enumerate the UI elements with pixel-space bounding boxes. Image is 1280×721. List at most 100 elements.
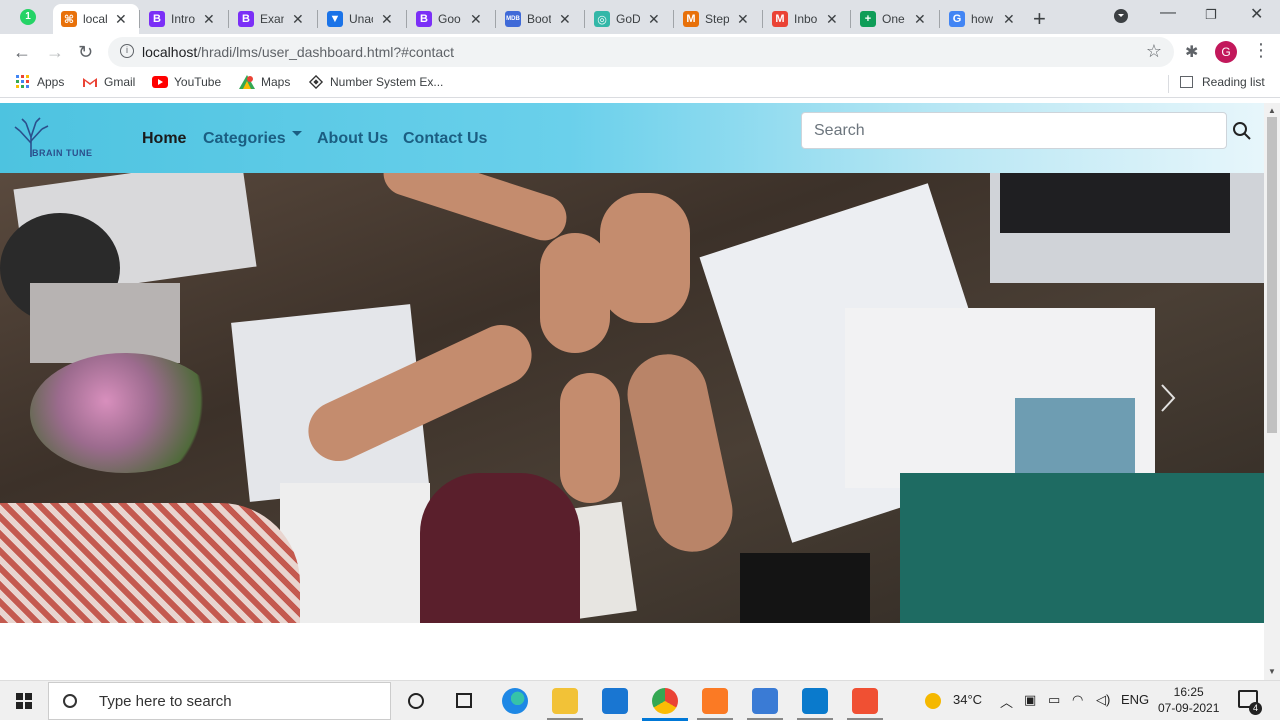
hero-carousel[interactable] — [0, 173, 1264, 623]
tab-close-icon[interactable]: ✕ — [914, 11, 926, 28]
browser-tab[interactable]: M Step ✕ — [675, 4, 761, 34]
browser-tab[interactable]: ▼ Unac ✕ — [319, 4, 405, 34]
reading-list-button[interactable]: Reading list — [1180, 75, 1265, 89]
weather-icon[interactable] — [925, 693, 941, 709]
tab-close-icon[interactable]: ✕ — [470, 11, 482, 28]
system-clock[interactable]: 16:25 07-09-2021 — [1158, 684, 1219, 716]
chrome-icon[interactable] — [652, 688, 678, 714]
tray-overflow-icon[interactable]: ︿ — [1000, 692, 1013, 711]
reload-icon[interactable]: ↻ — [78, 42, 93, 63]
browser-tab[interactable]: ◎ GoD ✕ — [586, 4, 672, 34]
bookmark-maps[interactable]: Maps — [239, 75, 290, 89]
browser-tab[interactable]: MDB Boot ✕ — [497, 4, 583, 34]
tab-close-icon[interactable]: ✕ — [826, 11, 838, 28]
task-view-icon[interactable] — [456, 693, 472, 708]
bookmark-label: Gmail — [104, 75, 136, 89]
bookmarks-bar: Apps Gmail YouTube Maps Number System Ex… — [0, 70, 1280, 98]
carousel-next-icon[interactable] — [1158, 383, 1178, 413]
cortana-icon[interactable] — [408, 693, 424, 709]
restore-button[interactable]: ❐ — [1205, 7, 1217, 23]
url-text[interactable]: localhost/hradi/lms/user_dashboard.html?… — [142, 44, 454, 60]
tab-divider — [317, 10, 318, 28]
mail-icon[interactable] — [602, 688, 628, 714]
site-search-input[interactable] — [801, 112, 1227, 149]
tab-close-icon[interactable]: ✕ — [292, 11, 304, 28]
tab-favicon-icon: ▼ — [327, 11, 343, 27]
tab-close-icon[interactable]: ✕ — [115, 11, 127, 28]
bookmark-label: YouTube — [174, 75, 222, 89]
tab-close-icon[interactable]: ✕ — [559, 11, 571, 28]
tab-divider — [939, 10, 940, 28]
wifi-icon[interactable]: ◠ — [1072, 692, 1083, 708]
tab-strip: 1 ⌘ local ✕ B Intro ✕ B Exan ✕ ▼ Unac ✕ B Goo ✕ MDB Boot… — [0, 0, 1280, 34]
tab-favicon-icon: ⌘ — [61, 11, 77, 27]
tab-close-icon[interactable]: ✕ — [1003, 11, 1015, 28]
nav-home[interactable]: Home — [142, 130, 186, 148]
extensions-puzzle-icon[interactable]: ✱ — [1185, 42, 1198, 62]
whatsapp-tab-icon[interactable]: 1 — [20, 9, 36, 25]
carousel-image — [280, 483, 430, 623]
tab-close-icon[interactable]: ✕ — [648, 11, 660, 28]
scroll-down-icon[interactable]: ▼ — [1268, 667, 1276, 676]
browser-tab[interactable]: B Goo ✕ — [408, 4, 494, 34]
git-client-icon[interactable] — [852, 688, 878, 714]
tab-close-icon[interactable]: ✕ — [381, 11, 393, 28]
tab-close-icon[interactable]: ✕ — [203, 11, 215, 28]
address-bar[interactable]: i localhost/hradi/lms/user_dashboard.htm… — [108, 37, 1174, 67]
profile-avatar[interactable]: G — [1215, 41, 1237, 63]
tab-close-icon[interactable]: ✕ — [737, 11, 749, 28]
carousel-image — [30, 283, 180, 363]
close-window-button[interactable]: ✕ — [1250, 4, 1263, 24]
browser-tab[interactable]: ⌘ local ✕ — [53, 4, 139, 34]
tab-title: Boot — [527, 12, 551, 26]
meet-now-icon[interactable]: ▣ — [1024, 692, 1036, 708]
browser-menu-icon[interactable]: ⋮ — [1252, 40, 1270, 61]
tab-title: One — [882, 12, 905, 26]
back-icon[interactable]: ← — [13, 42, 31, 63]
forward-icon[interactable]: → — [46, 42, 64, 63]
new-tab-button[interactable]: + — [1033, 6, 1046, 32]
bookmark-number-system[interactable]: Number System Ex... — [308, 75, 443, 89]
language-indicator[interactable]: ENG — [1121, 692, 1149, 707]
scroll-thumb[interactable] — [1267, 117, 1277, 433]
minimize-button[interactable]: — — [1160, 4, 1176, 22]
tab-title: Unac — [349, 12, 373, 26]
nav-categories-dropdown[interactable]: Categories — [203, 130, 302, 148]
battery-icon[interactable]: ▭ — [1048, 692, 1060, 708]
bookmark-gmail[interactable]: Gmail — [82, 75, 135, 89]
tab-favicon-icon: M — [683, 11, 699, 27]
browser-tab[interactable]: M Inbo ✕ — [764, 4, 850, 34]
browser-tab[interactable]: B Intro ✕ — [141, 4, 227, 34]
search-icon — [63, 694, 77, 708]
volume-icon[interactable]: ◁) — [1096, 692, 1110, 708]
vscode-icon[interactable] — [802, 688, 828, 714]
taskbar-search-box[interactable]: Type here to search — [48, 682, 391, 720]
site-logo[interactable]: BRAIN TUNE — [12, 117, 102, 159]
search-icon[interactable] — [1232, 121, 1252, 141]
browser-tab[interactable]: + One ✕ — [852, 4, 938, 34]
tab-title: how — [971, 12, 994, 26]
tab-search-icon[interactable] — [1114, 9, 1128, 23]
browser-tab[interactable]: Ghow ✕ — [941, 4, 1027, 34]
nav-contact[interactable]: Contact Us — [403, 130, 487, 148]
tab-divider — [139, 10, 140, 28]
site-info-icon[interactable]: i — [120, 44, 134, 58]
nav-about[interactable]: About Us — [317, 130, 388, 148]
control-panel-icon[interactable] — [752, 688, 778, 714]
carousel-image — [0, 503, 300, 623]
browser-tab[interactable]: B Exan ✕ — [230, 4, 316, 34]
scroll-up-icon[interactable]: ▲ — [1268, 106, 1276, 115]
url-path: /hradi/lms/user_dashboard.html?#contact — [197, 44, 455, 60]
file-explorer-icon[interactable] — [552, 688, 578, 714]
windows-taskbar: Type here to search 34°C ︿ ▣ ▭ ◠ ◁) ENG … — [0, 680, 1280, 721]
diamond-icon — [308, 75, 324, 89]
edge-icon[interactable] — [502, 688, 528, 714]
bookmark-apps[interactable]: Apps — [15, 75, 64, 89]
bookmark-youtube[interactable]: YouTube — [152, 75, 221, 89]
page-scrollbar[interactable]: ▲ ▼ — [1264, 103, 1280, 680]
windows-start-icon[interactable] — [16, 693, 32, 709]
web-page: BRAIN TUNE Home Categories About Us Cont… — [0, 103, 1264, 680]
xampp-icon[interactable] — [702, 688, 728, 714]
temperature-label[interactable]: 34°C — [953, 692, 982, 707]
bookmark-star-icon[interactable]: ☆ — [1146, 41, 1162, 62]
